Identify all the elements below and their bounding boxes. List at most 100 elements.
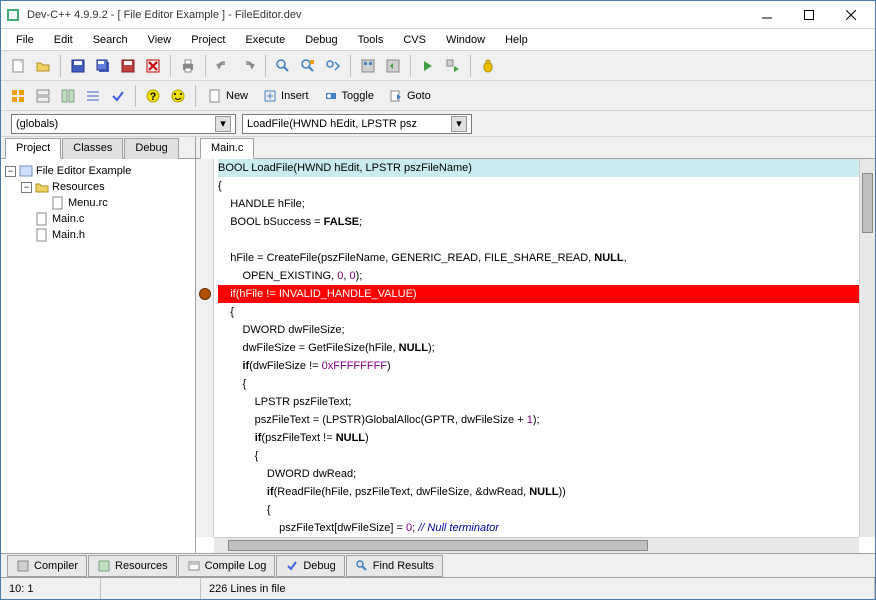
replace-icon[interactable]: [297, 55, 319, 77]
code-line: LPSTR pszFileText;: [218, 393, 859, 411]
code-line: {: [218, 177, 859, 195]
maximize-button[interactable]: [797, 3, 821, 27]
scope-combo[interactable]: (globals) ▾: [11, 114, 236, 134]
code-line: {: [218, 375, 859, 393]
tab-project[interactable]: Project: [5, 138, 61, 159]
bottom-tab-debug[interactable]: Debug: [276, 555, 344, 577]
function-combo[interactable]: LoadFile(HWND hEdit, LPSTR psz ▾: [242, 114, 472, 134]
code-line: if(dwFileSize != 0xFFFFFFFF): [218, 357, 859, 375]
code-line: pszFileText = (LPSTR)GlobalAlloc(GPTR, d…: [218, 411, 859, 429]
code-line: {: [218, 501, 859, 519]
bottom-tab-label: Find Results: [373, 560, 434, 572]
bottom-tab-resources[interactable]: Resources: [88, 555, 177, 577]
horizontal-scrollbar[interactable]: [214, 537, 859, 553]
bottom-tab-label: Resources: [115, 560, 168, 572]
chevron-down-icon[interactable]: ▾: [451, 116, 467, 132]
minimize-button[interactable]: [755, 3, 779, 27]
close-button[interactable]: [839, 3, 863, 27]
find-next-icon[interactable]: [322, 55, 344, 77]
menu-window[interactable]: Window: [437, 31, 494, 49]
close-file-icon[interactable]: [142, 55, 164, 77]
bottom-tab-find-results[interactable]: Find Results: [346, 555, 443, 577]
compile-run-icon[interactable]: [442, 55, 464, 77]
menu-edit[interactable]: Edit: [45, 31, 82, 49]
menu-execute[interactable]: Execute: [236, 31, 294, 49]
code-area[interactable]: BOOL LoadFile(HWND hEdit, LPSTR pszFileN…: [214, 159, 859, 537]
help-icon[interactable]: ?: [142, 85, 164, 107]
editor-tabs: Main.c: [196, 137, 875, 159]
new-file-icon[interactable]: [7, 55, 29, 77]
tree-file-label: Main.c: [52, 213, 84, 225]
menu-debug[interactable]: Debug: [296, 31, 346, 49]
code-line: OPEN_EXISTING, 0, 0);: [218, 267, 859, 285]
code-line: {: [218, 303, 859, 321]
goto-button[interactable]: Goto: [383, 87, 437, 105]
code-line: pszFileText[dwFileSize] = 0; // Null ter…: [218, 519, 859, 537]
tree-root[interactable]: − File Editor Example: [5, 163, 191, 179]
menu-help[interactable]: Help: [496, 31, 537, 49]
function-combo-value: LoadFile(HWND hEdit, LPSTR psz: [247, 118, 417, 130]
scrollbar-thumb[interactable]: [228, 540, 648, 551]
tab-debug[interactable]: Debug: [124, 138, 178, 159]
code-line: {: [218, 447, 859, 465]
file-icon: [51, 196, 65, 210]
collapse-icon[interactable]: −: [21, 182, 32, 193]
vertical-scrollbar[interactable]: [859, 159, 875, 537]
insert-button[interactable]: Insert: [257, 87, 315, 105]
bottom-tab-compile-log[interactable]: Compile Log: [178, 555, 276, 577]
breakpoint-icon[interactable]: [199, 288, 211, 300]
run-icon[interactable]: [417, 55, 439, 77]
status-lines: 226 Lines in file: [201, 578, 875, 599]
code-line: if(pszFileText != NULL): [218, 429, 859, 447]
toggle-button[interactable]: Toggle: [318, 87, 380, 105]
window-list-icon[interactable]: [57, 85, 79, 107]
menu-search[interactable]: Search: [84, 31, 137, 49]
menu-cvs[interactable]: CVS: [394, 31, 435, 49]
window-cascade-icon[interactable]: [32, 85, 54, 107]
window-grid-icon[interactable]: [82, 85, 104, 107]
save-all-icon[interactable]: [92, 55, 114, 77]
main-area: ProjectClassesDebug − File Editor Exampl…: [1, 137, 875, 553]
code-line: DWORD dwRead;: [218, 465, 859, 483]
window-tile-icon[interactable]: [7, 85, 29, 107]
menu-tools[interactable]: Tools: [349, 31, 393, 49]
titlebar: Dev-C++ 4.9.9.2 - [ File Editor Example …: [1, 1, 875, 29]
save-project-icon[interactable]: [117, 55, 139, 77]
tree-folder[interactable]: − Resources: [5, 179, 191, 195]
code-line: BOOL LoadFile(HWND hEdit, LPSTR pszFileN…: [218, 159, 859, 177]
debug-icon[interactable]: [477, 55, 499, 77]
bottom-tab-label: Compiler: [34, 560, 78, 572]
compile-icon[interactable]: [357, 55, 379, 77]
menu-file[interactable]: File: [7, 31, 43, 49]
undo-icon[interactable]: [212, 55, 234, 77]
tree-file[interactable]: Menu.rc: [5, 195, 191, 211]
editor[interactable]: BOOL LoadFile(HWND hEdit, LPSTR pszFileN…: [196, 159, 875, 537]
code-line: if(ReadFile(hFile, pszFileText, dwFileSi…: [218, 483, 859, 501]
toolbar-secondary: ? New Insert Toggle Goto: [1, 81, 875, 111]
print-icon[interactable]: [177, 55, 199, 77]
new-button[interactable]: New: [202, 87, 254, 105]
redo-icon[interactable]: [237, 55, 259, 77]
code-line: if(hFile != INVALID_HANDLE_VALUE): [218, 285, 859, 303]
bottom-tab-compiler[interactable]: Compiler: [7, 555, 87, 577]
tab-classes[interactable]: Classes: [62, 138, 123, 159]
about-icon[interactable]: [167, 85, 189, 107]
check-icon[interactable]: [107, 85, 129, 107]
rebuild-icon[interactable]: [382, 55, 404, 77]
status-modified: [101, 578, 201, 599]
scope-combo-value: (globals): [16, 118, 58, 130]
menu-project[interactable]: Project: [182, 31, 234, 49]
open-file-icon[interactable]: [32, 55, 54, 77]
bottom-tab-label: Debug: [303, 560, 335, 572]
save-icon[interactable]: [67, 55, 89, 77]
scrollbar-thumb[interactable]: [862, 173, 873, 233]
editor-tab[interactable]: Main.c: [200, 138, 254, 159]
bottom-tab-label: Compile Log: [205, 560, 267, 572]
find-icon[interactable]: [272, 55, 294, 77]
menu-view[interactable]: View: [139, 31, 181, 49]
tree-file[interactable]: Main.h: [5, 227, 191, 243]
chevron-down-icon[interactable]: ▾: [215, 116, 231, 132]
tree-file[interactable]: Main.c: [5, 211, 191, 227]
project-icon: [19, 164, 33, 178]
collapse-icon[interactable]: −: [5, 166, 16, 177]
